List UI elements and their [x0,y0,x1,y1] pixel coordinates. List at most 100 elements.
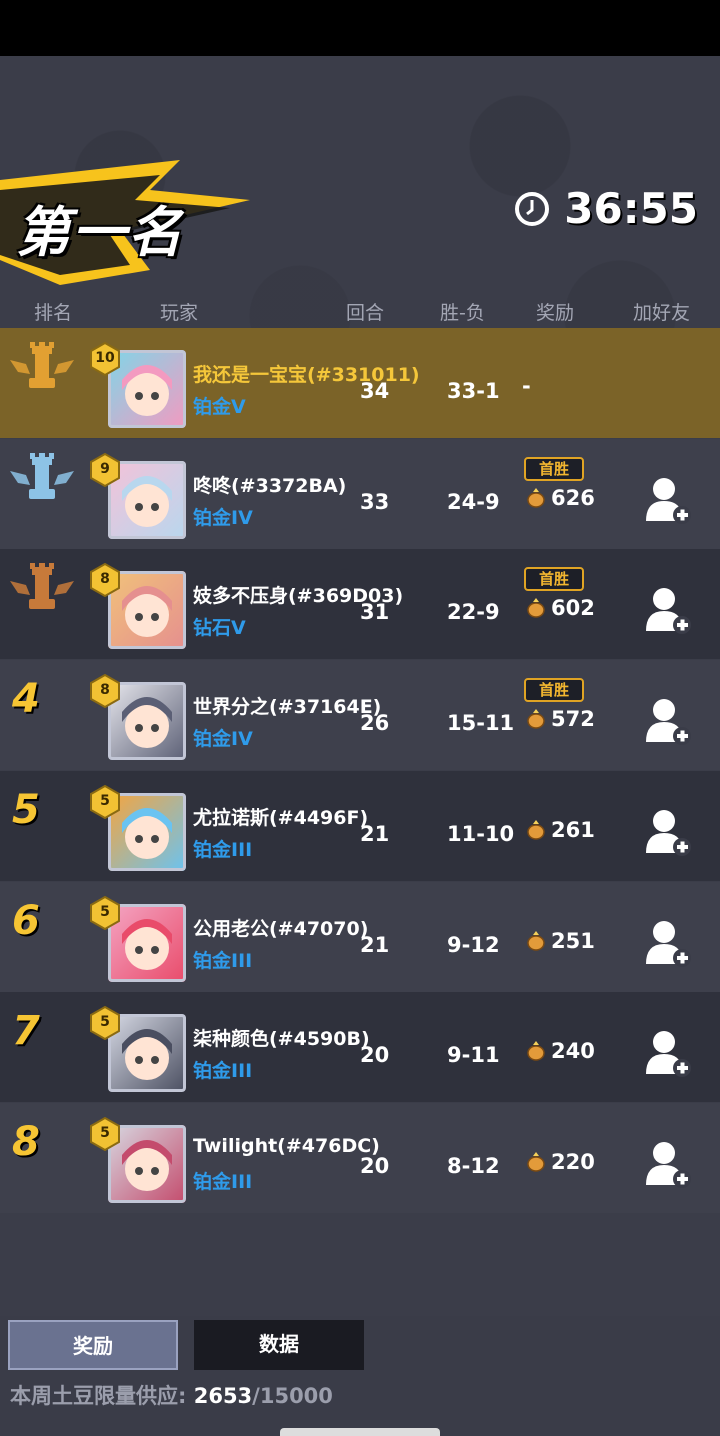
reward-value: 261 [551,817,595,842]
header-winloss: 胜-负 [440,302,485,324]
round-timer: 36:55 [514,184,698,233]
level-badge: 5 [88,895,122,930]
rounds-value: 21 [360,821,390,846]
first-win-badge: 首胜 [524,456,584,481]
table-row[interactable]: 7 5 柒种颜色(#4590B) 铂金III 20 9-11 240 [0,992,720,1103]
rounds-value: 26 [360,711,390,736]
winloss-value: 33-1 [447,379,500,403]
reward-value: 240 [551,1039,595,1064]
level-badge: 9 [88,452,122,487]
table-row[interactable]: 4 8 世界分之(#37164E) 铂金IV 26 15-11 首胜 572 [0,660,720,771]
level-number: 9 [100,460,110,477]
rounds-value: 20 [360,1153,390,1178]
player-name[interactable]: 柒种颜色(#4590B) [193,1024,370,1051]
potato-coin-icon [527,1041,545,1061]
add-friend-icon[interactable] [644,807,692,857]
gold-rook-trophy-icon [10,342,74,388]
page-title: 第一名 [16,201,184,264]
player-tier: 铂金V [193,396,246,418]
supply-label: 本周土豆限量供应: [10,1384,194,1408]
potato-coin-icon [527,598,545,619]
add-friend-icon[interactable] [644,696,692,746]
rank-number: 6 [12,897,40,944]
table-row[interactable]: 8 5 Twilight(#476DC) 铂金III 20 8-12 220 [0,1102,720,1213]
level-badge: 10 [88,342,122,376]
level-badge: 8 [88,674,122,709]
player-tier: 铂金IV [193,728,253,751]
table-row[interactable]: 5 5 尤拉诺斯(#4496F) 铂金III 21 11-10 261 [0,770,720,881]
rank-number: 5 [12,786,40,833]
rank-number: 7 [12,1008,40,1055]
bronze-rook-trophy-icon [10,563,74,610]
player-tier: 铂金III [193,1170,253,1193]
timer-value: 36:55 [564,184,698,233]
table-row[interactable]: 9 咚咚(#3372BA) 铂金IV 33 24-9 首胜 626 [0,438,720,549]
level-number: 5 [100,792,110,809]
player-name[interactable]: Twilight(#476DC) [193,1135,380,1157]
clock-icon [515,191,550,226]
winloss-value: 9-11 [447,1043,500,1068]
rounds-value: 34 [360,379,390,403]
rank-number: 4 [12,676,40,723]
reward-value: 220 [551,1149,595,1174]
home-indicator [280,1428,440,1436]
level-number: 5 [100,1124,110,1141]
level-badge: 5 [88,784,122,819]
potato-coin-icon [527,819,545,840]
reward: 220 [525,1150,595,1174]
winloss-value: 9-12 [447,932,500,957]
player-name[interactable]: 世界分之(#37164E) [193,692,381,719]
level-number: 10 [95,350,115,366]
weekly-supply: 本周土豆限量供应: 2653/15000 [10,1380,333,1410]
add-friend-icon[interactable] [644,585,692,635]
level-number: 8 [100,571,110,588]
rounds-value: 21 [360,932,390,957]
player-tier: 铂金III [193,949,253,972]
winloss-value: 15-11 [447,711,515,736]
add-friend-icon[interactable] [644,918,692,968]
reward-value: - [522,374,531,398]
supply-current: 2653 [193,1384,253,1408]
reward: 602 [525,596,595,620]
winloss-value: 24-9 [447,489,500,514]
table-row[interactable]: 10 我还是一宝宝(#331011) 铂金V 34 33-1- [0,328,720,438]
level-number: 5 [100,903,110,920]
player-tier: 铂金IV [193,506,253,529]
table-row[interactable]: 6 5 公用老公(#47070) 铂金III 21 9-12 251 [0,881,720,992]
table-row[interactable]: 8 妓多不压身(#369D03) 钻石V 31 22-9 首胜 602 [0,549,720,660]
reward-value: 251 [551,928,595,953]
level-badge: 8 [88,563,122,598]
player-name[interactable]: 公用老公(#47070) [193,914,368,941]
player-name[interactable]: 咚咚(#3372BA) [193,471,346,498]
add-friend-icon[interactable] [644,1139,692,1189]
reward: 261 [525,818,595,842]
player-tier: 铂金III [193,838,253,861]
add-friend-icon[interactable] [644,1028,692,1078]
reward-value: 626 [551,485,595,510]
level-badge: 5 [88,1116,122,1151]
status-bar [0,0,720,56]
potato-coin-icon [527,487,545,508]
rank-number: 8 [12,1118,40,1165]
potato-coin-icon [527,930,545,951]
winloss-value: 11-10 [447,821,515,846]
winloss-value: 22-9 [447,600,500,625]
level-number: 8 [100,682,110,699]
first-win-badge: 首胜 [524,678,584,703]
rounds-value: 31 [360,600,390,625]
player-name[interactable]: 尤拉诺斯(#4496F) [193,803,368,830]
silver-rook-trophy-icon [10,452,74,499]
tab-reward[interactable]: 奖励 [8,1320,178,1370]
rounds-value: 33 [360,489,390,514]
header-player: 玩家 [160,302,199,324]
header-rounds: 回合 [346,302,385,324]
player-tier: 钻石V [193,617,246,640]
winloss-value: 8-12 [447,1153,500,1178]
tab-data[interactable]: 数据 [194,1320,364,1370]
potato-coin-icon [527,1151,545,1172]
reward: 626 [525,486,595,510]
add-friend-icon[interactable] [644,475,692,525]
rounds-value: 20 [360,1043,390,1068]
supply-total: /15000 [252,1384,333,1408]
level-number: 5 [100,1014,110,1031]
